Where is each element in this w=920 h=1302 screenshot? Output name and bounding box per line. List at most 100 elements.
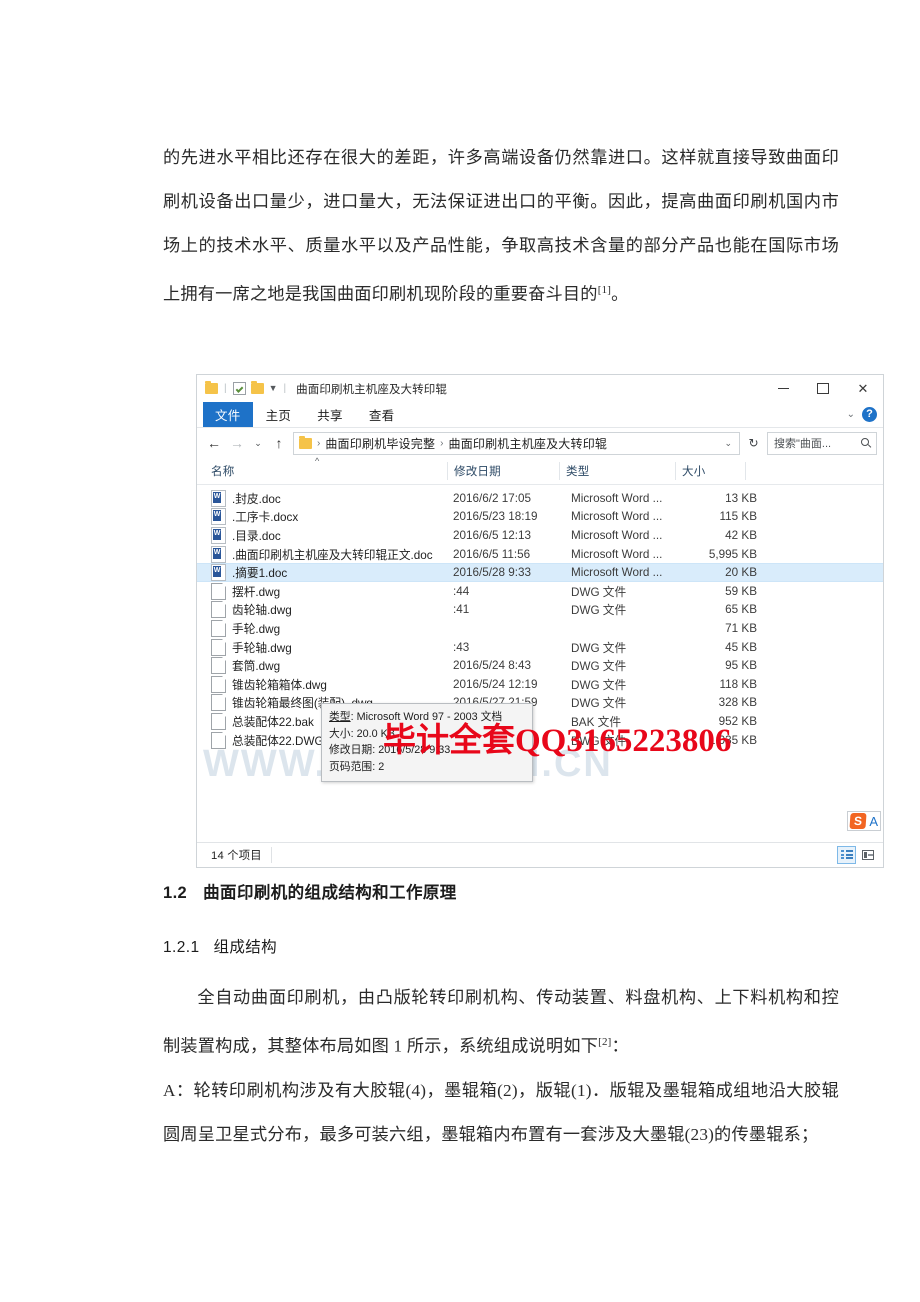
refresh-icon[interactable]: ↻: [745, 436, 762, 450]
table-row[interactable]: 手轮轴.dwg :43 DWG 文件 45 KB: [197, 638, 883, 657]
word-icon: [211, 564, 226, 582]
up-button[interactable]: ↑: [270, 432, 288, 454]
file-size: 71 KB: [725, 621, 757, 635]
document-page: 的先进水平相比还存在很大的差距，许多高端设备仍然靠进口。这样就直接导致曲面印刷机…: [0, 0, 920, 1302]
table-row[interactable]: 摆杆.dwg :44 DWG 文件 59 KB: [197, 582, 883, 601]
quick-access-toolbar[interactable]: | ▼ |: [205, 381, 287, 395]
column-headers[interactable]: 名称 ^ 修改日期 类型 大小: [197, 456, 883, 485]
file-name-cell[interactable]: .目录.doc: [211, 526, 447, 544]
column-header-name-label: 名称: [211, 466, 235, 478]
file-icon: [211, 582, 226, 600]
file-name: .曲面印刷机主机座及大转印辊正文.doc: [232, 548, 433, 562]
heading-1-2-number: 1.2: [163, 884, 188, 902]
recent-locations-button[interactable]: ⌄: [251, 432, 265, 454]
search-input[interactable]: 搜索"曲面...: [767, 431, 877, 455]
file-name-cell[interactable]: 齿轮轴.dwg: [211, 601, 447, 619]
file-name-cell[interactable]: 手轮轴.dwg: [211, 638, 447, 656]
file-size: 1,035 KB: [708, 733, 757, 747]
minimize-button[interactable]: [763, 375, 803, 402]
table-row[interactable]: 套筒.dwg 2016/5/24 8:43 DWG 文件 95 KB: [197, 656, 883, 675]
file-name-cell[interactable]: 手轮.dwg: [211, 619, 447, 637]
file-name: .摘要1.doc: [232, 567, 288, 581]
table-row[interactable]: 齿轮轴.dwg :41 DWG 文件 65 KB: [197, 601, 883, 620]
file-name-cell[interactable]: .曲面印刷机主机座及大转印辊正文.doc: [211, 545, 447, 563]
table-row[interactable]: 手轮.dwg 71 KB: [197, 619, 883, 638]
file-date: :41: [453, 603, 470, 617]
tab-view[interactable]: 查看: [356, 402, 408, 427]
file-type: Microsoft Word ...: [571, 566, 663, 580]
tiles-view-icon: [861, 850, 874, 860]
checkmark-icon[interactable]: [232, 382, 246, 395]
close-button[interactable]: ✕: [843, 375, 883, 402]
table-row[interactable]: 总装配体22.DWG 2016/5/28 9:26 DWG 文件 1,035 K…: [197, 731, 883, 750]
ribbon-right-controls[interactable]: ⌄ ?: [847, 402, 877, 427]
column-header-type[interactable]: 类型: [559, 462, 675, 480]
paragraph-item-a: A：轮转印刷机构涉及有大胶辊(4)，墨辊箱(2)，版辊(1)．版辊及墨辊箱成组地…: [163, 1080, 839, 1144]
table-row[interactable]: .目录.doc 2016/6/5 12:13 Microsoft Word ..…: [197, 526, 883, 545]
file-name-cell[interactable]: .摘要1.doc: [211, 564, 447, 582]
file-size: 952 KB: [718, 714, 757, 728]
file-size: 13 KB: [725, 491, 757, 505]
column-header-name[interactable]: 名称 ^: [211, 456, 447, 480]
file-name-cell[interactable]: .封皮.doc: [211, 489, 447, 507]
table-row[interactable]: .曲面印刷机主机座及大转印辊正文.doc 2016/6/5 11:56 Micr…: [197, 545, 883, 564]
chevron-down-icon[interactable]: ⌄: [724, 438, 736, 449]
tooltip-line-pages: 页码范围: 2: [329, 760, 385, 773]
file-size: 59 KB: [725, 584, 757, 598]
chevron-down-icon[interactable]: ▼: [269, 384, 278, 393]
tab-home[interactable]: 主页: [253, 402, 305, 427]
column-header-date[interactable]: 修改日期: [447, 462, 559, 480]
paragraph-intro: 的先进水平相比还存在很大的差距，许多高端设备仍然靠进口。这样就直接导致曲面印刷机…: [163, 136, 839, 317]
file-icon: [211, 675, 226, 693]
heading-1-2-1: 1.2.1 组成结构: [163, 934, 839, 962]
file-name-cell[interactable]: .工序卡.docx: [211, 508, 447, 526]
table-row[interactable]: .封皮.doc 2016/6/2 17:05 Microsoft Word ..…: [197, 489, 883, 508]
file-name-cell[interactable]: 套筒.dwg: [211, 657, 447, 675]
folder-icon[interactable]: [299, 435, 312, 449]
table-row[interactable]: .工序卡.docx 2016/5/23 18:19 Microsoft Word…: [197, 508, 883, 527]
window-controls[interactable]: ✕: [763, 375, 883, 402]
file-name: 齿轮轴.dwg: [232, 604, 292, 618]
address-bar[interactable]: ← → ⌄ ↑ › 曲面印刷机毕设完整 › 曲面印刷机主机座及大转印辊 ⌄ ↻ …: [197, 428, 883, 458]
ribbon-tab-bar[interactable]: 文件 主页 共享 查看 ⌄ ?: [197, 402, 883, 428]
back-button[interactable]: ←: [205, 432, 223, 454]
help-icon[interactable]: ?: [862, 407, 877, 422]
maximize-button[interactable]: [803, 375, 843, 402]
view-mode-buttons[interactable]: [837, 846, 877, 864]
table-row[interactable]: .摘要1.doc 2016/5/28 9:33 Microsoft Word .…: [197, 563, 883, 582]
tiles-view-button[interactable]: [858, 846, 877, 864]
file-list[interactable]: .封皮.doc 2016/6/2 17:05 Microsoft Word ..…: [197, 485, 883, 785]
ime-mode-label[interactable]: A: [869, 814, 878, 829]
maximize-icon: [817, 383, 829, 394]
column-header-size[interactable]: 大小: [675, 462, 745, 480]
file-size: 115 KB: [719, 510, 757, 524]
tab-share[interactable]: 共享: [304, 402, 356, 427]
breadcrumb-item-1[interactable]: 曲面印刷机毕设完整: [325, 435, 435, 452]
sogou-ime-indicator[interactable]: S A: [847, 811, 881, 831]
file-name-cell[interactable]: 锥齿轮箱箱体.dwg: [211, 675, 447, 693]
tab-file[interactable]: 文件: [203, 402, 253, 427]
paragraph-composition-text: 全自动曲面印刷机，由凸版轮转印刷机构、传动装置、料盘机构、上下料机构和控制装置构…: [163, 988, 839, 1056]
file-icon: [211, 619, 226, 637]
chevron-down-icon[interactable]: ⌄: [847, 409, 855, 420]
file-date: 2016/5/24 8:43: [453, 659, 531, 673]
file-size: 20 KB: [725, 566, 757, 580]
table-row[interactable]: 锥齿轮箱箱体.dwg 2016/5/24 12:19 DWG 文件 118 KB: [197, 675, 883, 694]
table-row[interactable]: 锥齿轮箱最终图(装配) .dwg 2016/5/27 21:59 DWG 文件 …: [197, 694, 883, 713]
details-view-button[interactable]: [837, 846, 856, 864]
file-size: 328 KB: [718, 696, 757, 710]
file-name-cell[interactable]: 摆杆.dwg: [211, 582, 447, 600]
file-size: 5,995 KB: [708, 547, 757, 561]
tooltip-line-type: 类型: Microsoft Word 97 - 2003 文档: [329, 711, 503, 723]
file-name: 总装配体22.bak: [232, 715, 314, 729]
item-count-label: 14 个项目: [211, 847, 272, 863]
folder-icon[interactable]: [250, 381, 264, 394]
breadcrumb-separator: ›: [317, 437, 321, 449]
table-row[interactable]: 总装配体22.bak 2016/5/24 8:33 BAK 文件 952 KB: [197, 712, 883, 731]
breadcrumb-item-2[interactable]: 曲面印刷机主机座及大转印辊: [449, 435, 608, 452]
file-explorer-window[interactable]: | ▼ | 曲面印刷机主机座及大转印辊 ✕ 文件 主页 共享 查看 ⌄ ? ← …: [196, 374, 884, 868]
folder-icon[interactable]: [205, 381, 218, 394]
breadcrumb[interactable]: › 曲面印刷机毕设完整 › 曲面印刷机主机座及大转印辊 ⌄: [293, 431, 740, 455]
column-header-tail: [745, 462, 766, 480]
forward-button[interactable]: →: [228, 432, 246, 454]
